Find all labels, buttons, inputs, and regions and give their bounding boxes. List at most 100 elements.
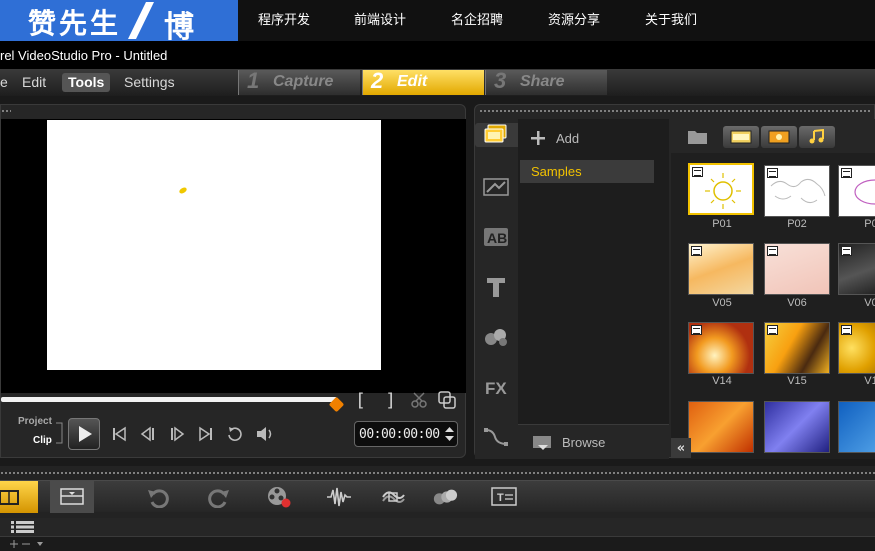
browse-button[interactable]: Browse (518, 424, 669, 459)
menu-file[interactable]: e (0, 73, 14, 92)
thumbnail-label: V14 (712, 375, 732, 387)
end-button[interactable] (196, 424, 216, 444)
ab-transition-icon: AB (484, 228, 508, 246)
nav-item-jobs[interactable]: 名企招聘 (451, 0, 503, 41)
storyboard-view-button[interactable] (0, 481, 38, 513)
panel-grip[interactable] (1, 109, 11, 113)
redo-icon (208, 489, 229, 508)
mark-in-button[interactable]: [ (353, 389, 369, 411)
menu-edit[interactable]: Edit (16, 73, 52, 92)
tab-media[interactable] (475, 123, 518, 147)
video-badge-icon (767, 246, 778, 256)
menu-tools[interactable]: Tools (62, 73, 111, 92)
split-clip-button[interactable] (409, 390, 429, 410)
blog-logo[interactable]: 赞先生 博 (0, 0, 238, 45)
enlarge-icon (438, 391, 456, 409)
panel-grip[interactable] (0, 471, 875, 475)
thumbnail-v05[interactable] (688, 243, 754, 295)
thumbnail-v21[interactable] (838, 401, 875, 453)
thumbnail-v19[interactable] (688, 401, 754, 453)
record-capture-button[interactable] (266, 484, 292, 510)
show-audio-filter[interactable] (799, 126, 835, 148)
waveform-icon (327, 487, 351, 507)
thumbnail-v06[interactable] (764, 243, 830, 295)
timecode-field[interactable]: 00:00:00:00 (354, 421, 458, 447)
thumbnail-label: P01 (712, 218, 732, 230)
film-strip-icon (730, 130, 752, 144)
motion-tracking-button[interactable] (432, 484, 458, 510)
timeline-area: T (0, 466, 875, 518)
timeline-view-button[interactable] (50, 481, 94, 513)
thumbnail-v20[interactable] (764, 401, 830, 453)
video-badge-icon (841, 168, 852, 178)
sound-mixer-button[interactable] (326, 484, 352, 510)
repeat-button[interactable] (225, 424, 245, 444)
folder-item-samples[interactable]: Samples (520, 160, 654, 183)
tab-transitions[interactable] (482, 175, 510, 199)
tab-title-ab[interactable]: AB (482, 225, 510, 249)
browse-label: Browse (562, 434, 606, 450)
next-frame-button[interactable] (167, 424, 187, 444)
previous-frame-button[interactable] (138, 424, 158, 444)
timecode-stepper-icon[interactable] (444, 425, 455, 443)
play-icon (79, 426, 92, 442)
track-list-icon[interactable] (10, 520, 36, 534)
volume-button[interactable] (254, 424, 276, 444)
preview-screen[interactable] (47, 120, 381, 370)
redo-button[interactable] (206, 484, 232, 510)
window-titlebar: rel VideoStudio Pro - Untitled (0, 41, 875, 69)
thumbnail-p03[interactable] (838, 165, 875, 217)
skip-end-icon (199, 426, 212, 442)
thumbnail-v07[interactable] (838, 243, 875, 295)
subtitle-editor-button[interactable]: T (491, 484, 517, 510)
show-photo-filter[interactable] (761, 126, 797, 148)
tab-graphics[interactable] (482, 325, 510, 349)
undo-button[interactable] (145, 484, 171, 510)
auto-music-button[interactable] (380, 484, 406, 510)
preview-content (178, 186, 188, 195)
repeat-icon (228, 427, 242, 442)
tab-path[interactable] (482, 425, 510, 449)
thumbnail-v14[interactable] (688, 322, 754, 374)
mode-connector-icon (56, 422, 63, 444)
show-video-filter[interactable] (723, 126, 759, 148)
thumbnail-v15[interactable] (764, 322, 830, 374)
clip-mode-label[interactable]: Clip (33, 435, 52, 446)
step-share-tab[interactable]: 3 Share (485, 70, 607, 95)
project-mode-label[interactable]: Project (18, 416, 52, 427)
video-badge-icon (841, 325, 852, 335)
scrub-bar[interactable] (1, 397, 337, 402)
tab-title[interactable] (482, 275, 510, 299)
auto-music-icon (382, 491, 405, 503)
nav-item-frontend[interactable]: 前端设计 (354, 0, 406, 41)
home-button[interactable] (109, 424, 129, 444)
thumbnail-p02[interactable] (764, 165, 830, 217)
undo-icon (148, 489, 169, 508)
open-folder-icon[interactable] (687, 128, 709, 146)
timeline-ruler[interactable] (0, 536, 875, 551)
library-thumbnails: P01 P02 P0 V05 V06 V0 V14 V15 V1 (671, 119, 875, 459)
play-button[interactable] (68, 418, 100, 450)
panel-grip[interactable] (479, 109, 871, 113)
video-badge-icon (692, 167, 703, 177)
step-label: Edit (397, 73, 428, 90)
thumbnail-p01[interactable] (688, 163, 754, 215)
tab-filters[interactable]: FX (482, 375, 510, 399)
mark-out-button[interactable]: ] (382, 389, 398, 411)
nav-item-dev[interactable]: 程序开发 (258, 0, 310, 41)
step-edit-tab[interactable]: 2 Edit (362, 70, 484, 95)
video-badge-icon (691, 325, 702, 335)
step-capture-tab[interactable]: 1 Capture (238, 70, 360, 95)
add-folder-button[interactable]: Add (530, 128, 579, 148)
nav-item-resources[interactable]: 资源分享 (548, 0, 600, 41)
step-label: Capture (273, 73, 334, 90)
thumbnail-v16[interactable] (838, 322, 875, 374)
enlarge-preview-button[interactable] (437, 390, 457, 410)
video-badge-icon (767, 168, 778, 178)
plus-icon (531, 131, 545, 145)
zoom-controls-icon[interactable] (6, 539, 46, 549)
collapse-library-button[interactable]: « (671, 438, 691, 458)
menu-settings[interactable]: Settings (118, 73, 181, 92)
thumbnail-label: V06 (787, 297, 807, 309)
nav-item-about[interactable]: 关于我们 (645, 0, 697, 41)
